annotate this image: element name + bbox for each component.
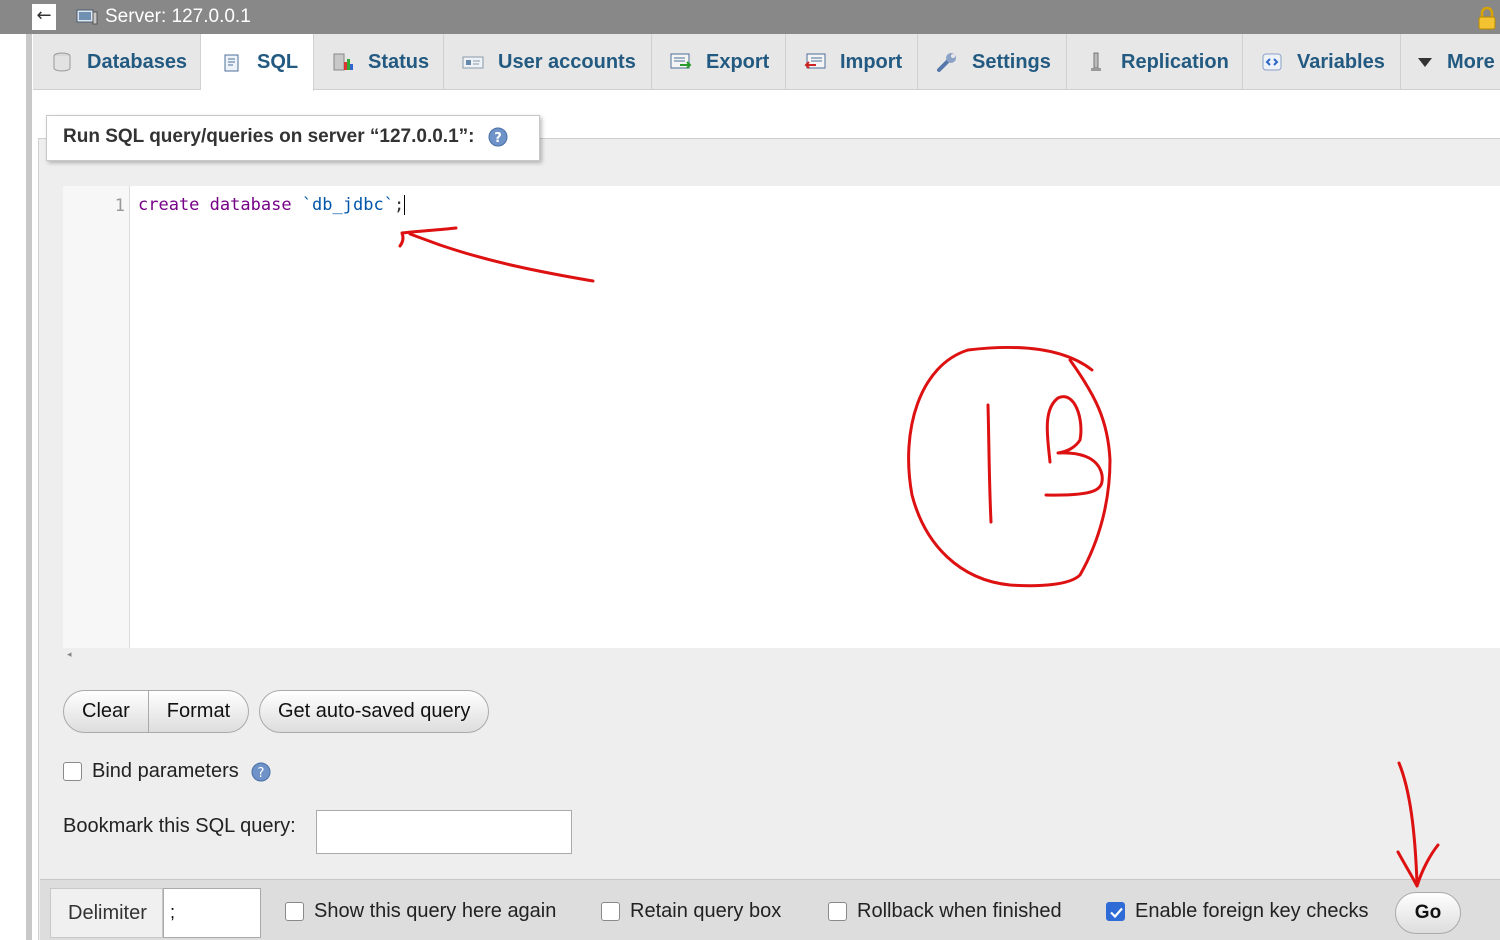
user-accounts-icon: [462, 56, 484, 69]
bind-parameters-row: Bind parameters ?: [63, 760, 271, 783]
go-button[interactable]: Go: [1395, 892, 1461, 934]
tab-label: Settings: [972, 50, 1051, 73]
show-query-again-label: Show this query here again: [314, 900, 557, 922]
retain-query-box-checkbox[interactable]: [601, 902, 620, 921]
lock-icon[interactable]: [1476, 6, 1498, 30]
option-show-query-again[interactable]: Show this query here again: [285, 900, 556, 923]
foreign-key-checks-label: Enable foreign key checks: [1135, 900, 1369, 922]
scroll-left-icon[interactable]: ◂: [67, 650, 72, 660]
help-icon[interactable]: ?: [488, 127, 508, 147]
status-icon: [333, 53, 353, 71]
tab-variables[interactable]: Variables: [1243, 34, 1401, 90]
wrench-icon: [937, 53, 956, 72]
rollback-checkbox[interactable]: [828, 902, 847, 921]
import-icon: [804, 53, 826, 69]
editor-horizontal-scrollbar[interactable]: ◂: [63, 648, 1500, 666]
left-scrollbar[interactable]: [26, 30, 32, 940]
tab-settings[interactable]: Settings: [918, 34, 1067, 90]
caret-down-icon: [1418, 58, 1432, 67]
svg-text:?: ?: [257, 766, 264, 781]
panel-legend-text: Run SQL query/queries on server “127.0.0…: [63, 126, 475, 147]
line-number: 1: [114, 196, 125, 216]
checkmark-icon: [1110, 907, 1123, 919]
database-icon: [53, 52, 71, 72]
sql-code-line[interactable]: create database `db_jdbc`;: [138, 195, 406, 215]
main-tabs: Databases SQL Status User accounts Expor…: [33, 34, 1500, 91]
tab-label: Status: [368, 50, 430, 73]
server-bar: ← Server: 127.0.0.1: [0, 0, 1500, 34]
server-icon: [76, 9, 98, 25]
delimiter-label: Delimiter: [50, 888, 163, 938]
delimiter-input[interactable]: ;: [163, 888, 261, 938]
tab-sql[interactable]: SQL: [201, 34, 314, 91]
variables-icon: [1262, 53, 1282, 71]
option-enable-foreign-key-checks[interactable]: Enable foreign key checks: [1106, 900, 1368, 923]
panel-legend: Run SQL query/queries on server “127.0.0…: [46, 115, 540, 161]
get-auto-saved-query-button[interactable]: Get auto-saved query: [259, 690, 490, 733]
tab-databases[interactable]: Databases: [33, 34, 201, 90]
sql-editor[interactable]: 1 create database `db_jdbc`;: [63, 186, 1500, 648]
sql-icon: [224, 54, 239, 71]
tab-import[interactable]: Import: [786, 34, 918, 90]
tab-label: More: [1447, 50, 1495, 73]
bind-parameters-checkbox[interactable]: [63, 762, 82, 781]
code-keyword: database: [209, 195, 292, 215]
rollback-label: Rollback when finished: [857, 900, 1062, 922]
code-identifier: `db_jdbc`: [301, 195, 394, 215]
line-gutter: 1: [63, 186, 130, 648]
tab-label: User accounts: [498, 50, 636, 73]
left-scrollbar-strip: [0, 0, 32, 940]
svg-text:?: ?: [494, 131, 502, 146]
tab-status[interactable]: Status: [314, 34, 444, 90]
format-button[interactable]: Format: [148, 690, 250, 733]
code-punctuation: ;: [393, 195, 405, 215]
retain-query-box-label: Retain query box: [630, 900, 782, 922]
tab-label: Import: [840, 50, 903, 73]
tab-label: Replication: [1121, 50, 1229, 73]
clear-button[interactable]: Clear: [63, 690, 149, 733]
foreign-key-checks-checkbox[interactable]: [1106, 902, 1125, 921]
option-retain-query-box[interactable]: Retain query box: [601, 900, 781, 923]
export-icon: [670, 53, 692, 69]
bookmark-input[interactable]: [316, 810, 572, 854]
editor-button-group: Clear Format: [63, 690, 250, 733]
text-cursor: [404, 195, 406, 215]
option-rollback-when-finished[interactable]: Rollback when finished: [828, 900, 1062, 923]
tab-replication[interactable]: Replication: [1067, 34, 1243, 90]
server-title[interactable]: Server: 127.0.0.1: [105, 6, 251, 28]
tab-label: SQL: [257, 51, 299, 73]
code-keyword: create: [138, 195, 200, 215]
show-query-again-checkbox[interactable]: [285, 902, 304, 921]
tab-export[interactable]: Export: [652, 34, 786, 90]
collapse-nav-button[interactable]: ←: [32, 4, 56, 30]
tab-user-accounts[interactable]: User accounts: [444, 34, 652, 90]
bookmark-label: Bookmark this SQL query:: [63, 815, 296, 837]
tab-label: Variables: [1297, 50, 1385, 73]
tab-label: Databases: [87, 50, 188, 73]
help-icon[interactable]: ?: [251, 762, 271, 782]
tab-more[interactable]: More: [1401, 34, 1500, 90]
tab-label: Export: [706, 50, 770, 73]
replication-icon: [1091, 52, 1101, 71]
bind-parameters-label: Bind parameters: [92, 760, 239, 782]
